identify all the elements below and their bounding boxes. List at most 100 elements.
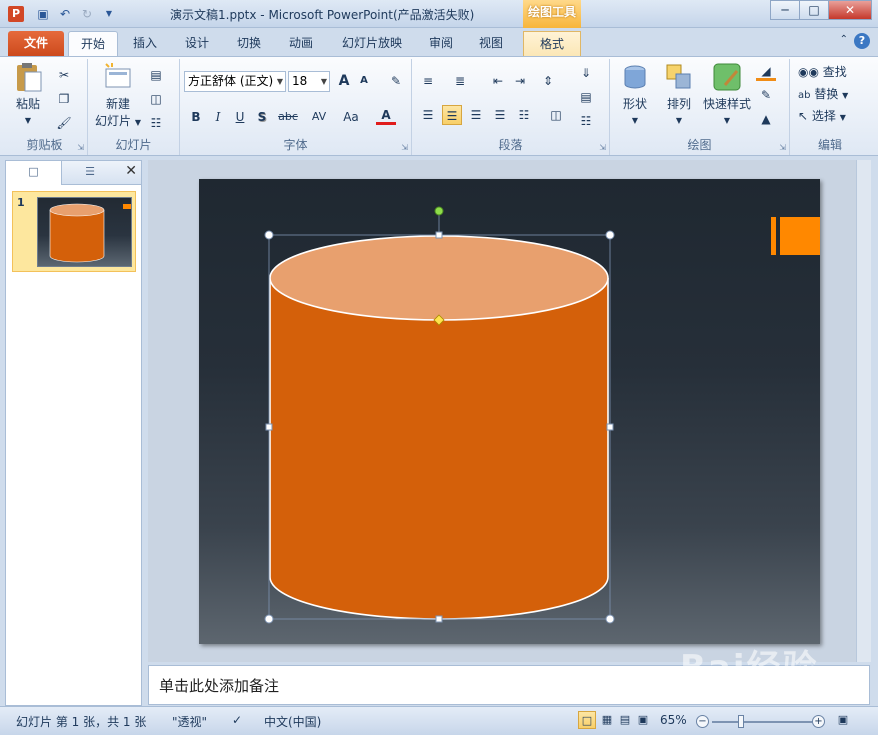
bullets-icon[interactable]: ≡ <box>418 71 438 91</box>
text-shadow-button[interactable]: S <box>252 107 272 127</box>
slide-count-status: 幻灯片 第 1 张，共 1 张 <box>16 715 147 729</box>
quick-styles-button[interactable]: 快速样式 ▼ <box>700 61 754 126</box>
redo-icon[interactable]: ↻ <box>78 5 96 23</box>
justify-icon[interactable]: ☰ <box>490 105 510 125</box>
customize-qat-icon[interactable]: ▼ <box>100 5 118 23</box>
help-icon[interactable]: ? <box>854 33 870 49</box>
resize-handle-left <box>265 423 273 431</box>
line-spacing-icon[interactable]: ⇕ <box>538 71 558 91</box>
paste-button[interactable]: 粘贴 ▼ <box>8 61 48 126</box>
undo-icon[interactable]: ↶ <box>56 5 74 23</box>
bold-button[interactable]: B <box>186 107 206 127</box>
slideshow-view-icon[interactable]: ▣ <box>634 711 652 729</box>
zoom-level[interactable]: 65% <box>660 713 687 727</box>
shape-effects-icon[interactable]: ▲ <box>756 109 776 129</box>
normal-view-icon[interactable]: □ <box>578 711 596 729</box>
character-spacing-button[interactable]: AV <box>306 107 332 127</box>
font-size-combo[interactable]: 18 ▼ <box>288 71 330 92</box>
italic-button[interactable]: I <box>208 107 228 127</box>
find-button[interactable]: ◉◉ 查找 <box>798 63 847 80</box>
clear-formatting-icon[interactable]: ✎ <box>386 71 406 91</box>
reset-icon[interactable]: ◫ <box>146 89 166 109</box>
slide-sorter-view-icon[interactable]: ▦ <box>598 711 616 729</box>
close-pane-icon[interactable]: ✕ <box>125 163 137 179</box>
reading-view-icon[interactable]: ▤ <box>616 711 634 729</box>
format-painter-icon[interactable]: 🖌 <box>54 113 74 133</box>
zoom-in-button[interactable]: + <box>812 715 825 728</box>
spell-check-icon[interactable]: ✓ <box>232 713 242 727</box>
tab-design[interactable]: 设计 <box>174 31 220 56</box>
new-slide-button[interactable]: 新建 幻灯片 ▼ <box>94 61 142 129</box>
layout-icon[interactable]: ▤ <box>146 65 166 85</box>
shape-outline-icon[interactable]: ✎ <box>756 85 776 105</box>
align-right-icon[interactable]: ☰ <box>466 105 486 125</box>
distributed-icon[interactable]: ☷ <box>514 105 534 125</box>
vertical-scrollbar[interactable] <box>856 160 871 662</box>
copy-icon[interactable]: ❐ <box>54 89 74 109</box>
decrease-indent-icon[interactable]: ⇤ <box>488 71 508 91</box>
tab-insert[interactable]: 插入 <box>122 31 168 56</box>
zoom-slider-thumb[interactable] <box>738 715 744 728</box>
shapes-button[interactable]: 形状 ▼ <box>614 61 656 126</box>
paragraph-dialog-launcher-icon[interactable]: ⇲ <box>599 143 606 152</box>
zoom-slider-track[interactable] <box>712 721 812 723</box>
numbering-icon[interactable]: ≣ <box>450 71 470 91</box>
smartart-icon[interactable]: ☷ <box>576 111 596 131</box>
font-size-dropdown-icon[interactable]: ▼ <box>321 72 327 91</box>
tab-outline[interactable]: ☰ <box>62 161 118 185</box>
replace-button[interactable]: ab 替换 ▼ <box>798 85 848 102</box>
quick-access-toolbar: ▣ ↶ ↻ ▼ <box>34 5 118 23</box>
font-name-combo[interactable]: 方正舒体 (正文) ▼ <box>184 71 286 92</box>
tab-format[interactable]: 格式 <box>523 31 581 56</box>
increase-indent-icon[interactable]: ⇥ <box>510 71 530 91</box>
font-dialog-launcher-icon[interactable]: ⇲ <box>401 143 408 152</box>
save-icon[interactable]: ▣ <box>34 5 52 23</box>
close-button[interactable]: ✕ <box>828 0 872 20</box>
select-button[interactable]: ↖ 选择 ▼ <box>798 107 846 124</box>
slide-canvas[interactable] <box>199 179 820 644</box>
tab-view[interactable]: 视图 <box>468 31 514 56</box>
text-direction-icon[interactable]: ⇓ <box>576 63 596 83</box>
minimize-button[interactable]: ─ <box>770 0 800 20</box>
minimize-ribbon-icon[interactable]: ⌃ <box>840 34 848 45</box>
tab-animations[interactable]: 动画 <box>278 31 324 56</box>
section-icon[interactable]: ☷ <box>146 113 166 133</box>
clipboard-group-label: 剪贴板 <box>26 138 63 152</box>
tab-home[interactable]: 开始 <box>68 31 118 56</box>
resize-handle-bl <box>264 614 274 624</box>
align-text-icon[interactable]: ▤ <box>576 87 596 107</box>
tab-slideshow[interactable]: 幻灯片放映 <box>332 31 412 56</box>
change-case-button[interactable]: Aa <box>338 107 364 127</box>
grow-font-button[interactable]: A <box>334 71 354 91</box>
shrink-font-button[interactable]: A <box>354 71 374 91</box>
window-title: 演示文稿1.pptx - Microsoft PowerPoint(产品激活失败… <box>170 8 475 22</box>
fit-to-window-icon[interactable]: ▣ <box>834 711 852 729</box>
underline-button[interactable]: U <box>230 107 250 127</box>
font-color-button[interactable]: A <box>376 105 396 125</box>
powerpoint-app-icon[interactable]: P <box>8 6 24 22</box>
slide-thumbnail[interactable]: 1 <box>12 191 136 272</box>
drawing-dialog-launcher-icon[interactable]: ⇲ <box>779 143 786 152</box>
status-bar: 幻灯片 第 1 张，共 1 张 "透视" ✓ 中文(中国) □ ▦ ▤ ▣ 65… <box>0 706 878 735</box>
columns-icon[interactable]: ◫ <box>546 105 566 125</box>
align-center-icon[interactable]: ☰ <box>442 105 462 125</box>
zoom-out-button[interactable]: − <box>696 715 709 728</box>
outline-tab-icon: ☰ <box>85 165 95 178</box>
maximize-button[interactable]: □ <box>799 0 829 20</box>
strikethrough-button[interactable]: abc <box>274 107 302 127</box>
cylinder-shape[interactable] <box>269 235 609 620</box>
language-status[interactable]: 中文(中国) <box>264 713 321 730</box>
cut-icon[interactable]: ✂ <box>54 65 74 85</box>
paragraph-group: ≡ ≣ ⇤ ⇥ ⇕ ⇓ ▤ ☷ ☰ ☰ ☰ ☰ ☷ ◫ 段落 ⇲ <box>412 59 610 155</box>
clipboard-dialog-launcher-icon[interactable]: ⇲ <box>77 143 84 152</box>
tab-file[interactable]: 文件 <box>8 31 64 56</box>
font-name-dropdown-icon[interactable]: ▼ <box>277 72 283 91</box>
arrange-button[interactable]: 排列 ▼ <box>658 61 700 126</box>
slide-accent-bar-thin <box>771 217 776 255</box>
tab-slides-thumbnails[interactable]: □ <box>6 161 62 185</box>
tab-review[interactable]: 审阅 <box>418 31 464 56</box>
new-slide-label-2: 幻灯片 <box>95 114 132 128</box>
align-left-icon[interactable]: ☰ <box>418 105 438 125</box>
shape-fill-icon[interactable]: ◢ <box>756 61 776 81</box>
tab-transitions[interactable]: 切换 <box>226 31 272 56</box>
